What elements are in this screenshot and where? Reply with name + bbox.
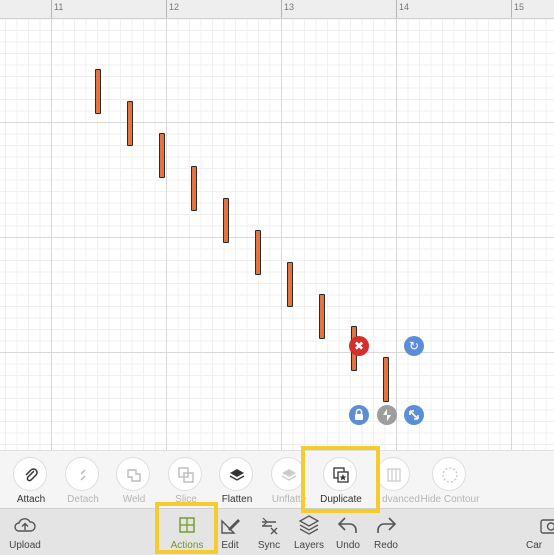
actions-highlight xyxy=(155,502,218,554)
design-canvas[interactable]: ✖ ↻ xyxy=(0,19,554,450)
close-icon: ✖ xyxy=(354,339,364,353)
flatten-icon-circle xyxy=(219,457,253,491)
hide-contour-icon-circle xyxy=(432,457,466,491)
undo-icon xyxy=(336,513,360,537)
hide-contour-label: Hide Contour xyxy=(408,494,492,505)
redo-button[interactable]: Redo xyxy=(361,509,411,555)
slice-icon xyxy=(176,465,196,485)
attach-icon-circle xyxy=(13,457,47,491)
ruler-label: 11 xyxy=(54,2,63,12)
rotate-icon: ↻ xyxy=(409,339,419,353)
canvas-shape[interactable] xyxy=(95,69,101,114)
canvas-shape[interactable] xyxy=(191,166,197,211)
redo-label: Redo xyxy=(355,540,417,551)
advanced-icon xyxy=(384,465,404,485)
redo-icon xyxy=(374,513,398,537)
ruler-label: 12 xyxy=(169,2,179,12)
canvas-shape[interactable] xyxy=(159,133,165,178)
canvas-shape-selected[interactable] xyxy=(383,357,389,402)
camera-icon xyxy=(539,513,554,537)
sync-icon xyxy=(257,513,281,537)
resize-handle[interactable] xyxy=(404,405,424,425)
upload-cloud-icon xyxy=(13,513,37,537)
canvas-shape[interactable] xyxy=(287,262,293,307)
bottom-toolbar: Upload Actions Edit Sync Layers xyxy=(0,508,554,555)
lock-handle[interactable] xyxy=(349,405,369,425)
actions-bar: Attach Detach Weld Slice xyxy=(0,450,554,509)
flip-icon xyxy=(377,405,397,425)
hide-contour-icon xyxy=(440,465,460,485)
upload-button[interactable]: Upload xyxy=(0,509,50,555)
resize-icon xyxy=(404,405,424,425)
detach-icon-circle xyxy=(65,457,99,491)
canvas-shape[interactable] xyxy=(319,294,325,339)
lock-icon xyxy=(349,405,369,425)
ruler-label: 15 xyxy=(514,2,524,12)
canvas-shape[interactable] xyxy=(255,230,261,275)
weld-icon xyxy=(124,465,144,485)
ruler-tick xyxy=(396,0,397,18)
hide-contour-button[interactable]: Hide Contour xyxy=(418,451,482,509)
flip-handle[interactable] xyxy=(377,405,397,425)
duplicate-highlight xyxy=(301,446,380,513)
layers-icon xyxy=(297,513,321,537)
weld-icon-circle xyxy=(116,457,150,491)
ruler-tick xyxy=(511,0,512,18)
ruler-tick xyxy=(166,0,167,18)
rotate-handle[interactable]: ↻ xyxy=(404,336,424,356)
unflatten-icon xyxy=(279,465,299,485)
canvas-label: Car xyxy=(526,540,554,551)
slice-icon-circle xyxy=(168,457,202,491)
ruler-label: 13 xyxy=(284,2,294,12)
advanced-icon-circle xyxy=(376,457,410,491)
flatten-icon xyxy=(227,465,247,485)
upload-label: Upload xyxy=(0,540,56,551)
canvas-shape[interactable] xyxy=(127,101,133,146)
top-ruler: 11 12 13 14 15 xyxy=(0,0,554,19)
ruler-tick xyxy=(51,0,52,18)
ruler-tick xyxy=(281,0,282,18)
delete-handle[interactable]: ✖ xyxy=(349,336,369,356)
detach-icon xyxy=(73,465,93,485)
edit-ruler-icon xyxy=(218,513,242,537)
canvas-button[interactable]: Car xyxy=(526,509,554,555)
canvas-shape[interactable] xyxy=(223,198,229,243)
paperclip-icon xyxy=(21,465,41,485)
ruler-label: 14 xyxy=(399,2,409,12)
unflatten-icon-circle xyxy=(271,457,305,491)
